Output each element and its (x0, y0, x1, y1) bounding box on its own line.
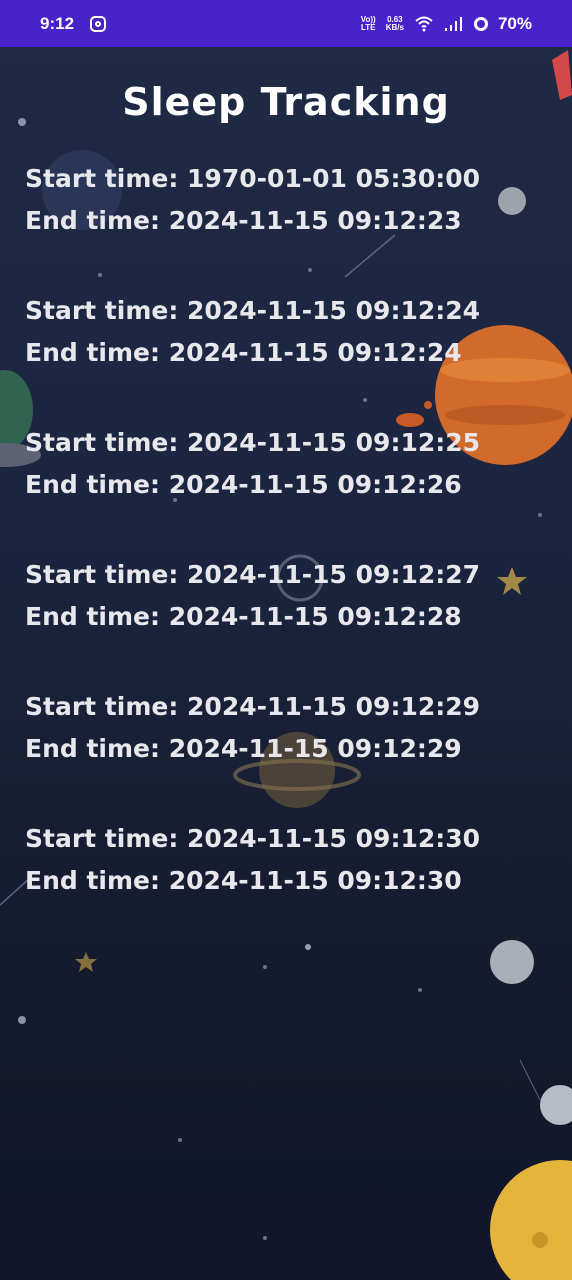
status-bar: 9:12 Vo)) LTE 0.63 KB/s 70% (0, 0, 572, 47)
start-time-label: Start time: 2024-11-15 09:12:30 (25, 824, 481, 853)
battery-ring-icon (473, 16, 488, 31)
start-time-label: Start time: 2024-11-15 09:12:24 (25, 296, 481, 325)
status-time: 9:12 (40, 13, 75, 33)
status-icons: Vo)) LTE 0.63 KB/s 70% (361, 14, 532, 34)
list-item: Start time: 2024-11-15 09:12:29 End time… (25, 686, 545, 818)
instagram-icon (90, 15, 107, 32)
list-item: Start time: 2024-11-15 09:12:27 End time… (25, 554, 545, 686)
start-time-label: Start time: 2024-11-15 09:12:29 (25, 692, 481, 721)
list-item: Start time: 1970-01-01 05:30:00 End time… (25, 158, 545, 290)
sleep-session-list: Start time: 1970-01-01 05:30:00 End time… (25, 158, 545, 950)
volte-indicator: Vo)) LTE (360, 15, 376, 32)
end-time-label: End time: 2024-11-15 09:12:28 (25, 602, 462, 631)
page-title: Sleep Tracking (122, 80, 450, 124)
network-speed: 0.63 KB/s (385, 15, 404, 32)
battery-level: 70% (497, 13, 532, 33)
list-item: Start time: 2024-11-15 09:12:25 End time… (25, 422, 545, 554)
start-time-label: Start time: 2024-11-15 09:12:25 (25, 428, 481, 457)
end-time-label: End time: 2024-11-15 09:12:23 (25, 206, 462, 235)
wifi-icon (415, 16, 433, 31)
end-time-label: End time: 2024-11-15 09:12:24 (25, 338, 462, 367)
end-time-label: End time: 2024-11-15 09:12:26 (25, 470, 462, 499)
list-item: Start time: 2024-11-15 09:12:24 End time… (25, 290, 545, 422)
end-time-label: End time: 2024-11-15 09:12:29 (25, 734, 462, 763)
volte-bottom-label: LTE (360, 22, 376, 32)
end-time-label: End time: 2024-11-15 09:12:30 (25, 866, 462, 895)
list-item: Start time: 2024-11-15 09:12:30 End time… (25, 818, 545, 950)
network-speed-unit: KB/s (385, 22, 404, 32)
start-time-label: Start time: 2024-11-15 09:12:27 (25, 560, 481, 589)
start-time-label: Start time: 1970-01-01 05:30:00 (25, 164, 481, 193)
signal-icon (444, 16, 462, 31)
